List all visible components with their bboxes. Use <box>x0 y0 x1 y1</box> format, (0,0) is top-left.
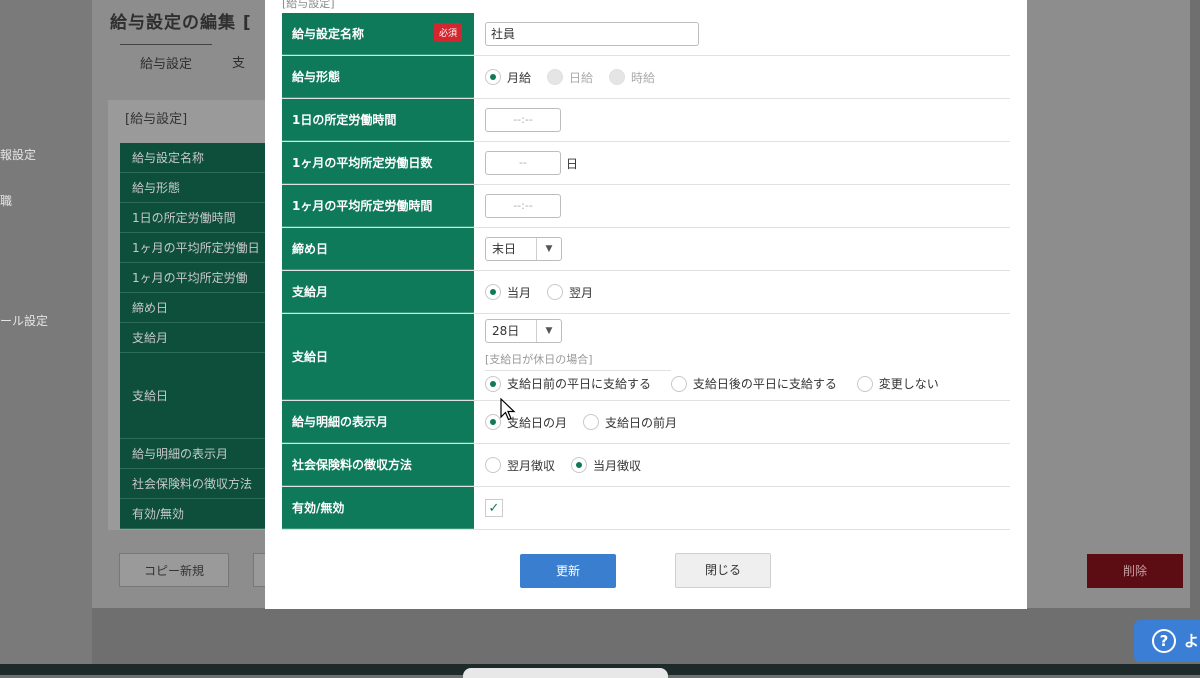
field-label: 給与明細の表示月 <box>282 401 474 443</box>
field-label: 給与設定名称 必須 <box>282 13 474 55</box>
field-label: 社会保険料の徴収方法 <box>282 444 474 486</box>
radio-previous-month[interactable]: 支給日の前月 <box>583 414 677 431</box>
radio-circle <box>670 375 687 392</box>
holiday-legend: [支給日が休日の場合] <box>485 351 671 371</box>
closing-day-select[interactable]: 末日 ▼ <box>485 237 562 261</box>
table-row: 1ヶ月の平均所定労働日 <box>120 233 265 263</box>
radio-circle <box>856 375 873 392</box>
table-row: 給与明細の表示月 <box>120 439 265 469</box>
table-row: 給与設定名称 <box>120 143 265 173</box>
radio-pay-after-holiday[interactable]: 支給日後の平日に支給する <box>670 375 837 392</box>
question-icon: ? <box>1152 629 1176 653</box>
radio-current-month-collection[interactable]: 当月徴収 <box>571 457 641 474</box>
monthly-hours-input[interactable]: --:-- <box>485 194 561 218</box>
chevron-down-icon: ▼ <box>536 320 561 342</box>
monthly-days-input[interactable]: -- <box>485 151 561 175</box>
table-row: 支給月 <box>120 323 265 353</box>
row-monthly-days: 1ヶ月の平均所定労働日数 -- 日 <box>282 142 1010 185</box>
taskbar-search[interactable] <box>463 668 668 678</box>
radio-circle <box>547 69 564 85</box>
radio-current-month[interactable]: 当月 <box>485 284 531 301</box>
background-sidebar <box>0 0 92 675</box>
radio-circle <box>547 284 564 300</box>
chevron-down-icon: ▼ <box>536 238 561 260</box>
radio-pay-before-holiday[interactable]: 支給日前の平日に支給する <box>485 375 651 392</box>
delete-button[interactable]: 削除 <box>1087 554 1183 588</box>
radio-pay-day-month[interactable]: 支給日の月 <box>485 414 567 431</box>
field-label: 給与形態 <box>282 56 474 98</box>
table-row: 1ヶ月の平均所定労働 <box>120 263 265 293</box>
field-label: 1日の所定労働時間 <box>282 99 474 141</box>
radio-next-month-collection[interactable]: 翌月徴収 <box>485 457 555 474</box>
radio-hourly[interactable]: 時給 <box>609 69 655 86</box>
field-label: 締め日 <box>282 228 474 270</box>
field-label: 支給月 <box>282 271 474 313</box>
close-button[interactable]: 閉じる <box>675 553 771 588</box>
row-pay-type: 給与形態 月給 日給 時給 <box>282 56 1010 99</box>
row-salary-name: 給与設定名称 必須 社員 <box>282 13 1010 56</box>
table-row: 有効/無効 <box>120 499 265 529</box>
unit-label: 日 <box>566 156 579 171</box>
row-daily-hours: 1日の所定労働時間 --:-- <box>282 99 1010 142</box>
sidebar-item[interactable]: 職 <box>0 192 12 209</box>
table-row: 社会保険料の徴収方法 <box>120 469 265 499</box>
background-section-title: [給与設定] <box>125 112 188 127</box>
page-title: 給与設定の編集 [ <box>110 13 252 33</box>
update-button[interactable]: 更新 <box>520 554 616 588</box>
modal-section-title: [給与設定] <box>282 0 335 10</box>
table-row: 給与形態 <box>120 173 265 203</box>
radio-circle <box>583 414 600 430</box>
radio-no-change[interactable]: 変更しない <box>856 375 939 392</box>
field-label: 1ヶ月の平均所定労働時間 <box>282 185 474 227</box>
row-slip-month: 給与明細の表示月 支給日の月 支給日の前月 <box>282 401 1010 444</box>
edit-modal: [給与設定] 給与設定名称 必須 社員 給与形態 月給 日給 時給 1日の所定労… <box>265 0 1027 609</box>
tab-salary-settings[interactable]: 給与設定 <box>120 44 213 82</box>
active-checkbox[interactable]: ✓ <box>485 499 503 517</box>
required-badge: 必須 <box>433 23 462 42</box>
sidebar-item[interactable]: 報設定 <box>0 146 36 163</box>
row-pay-month: 支給月 当月 翌月 <box>282 271 1010 314</box>
tab-payment[interactable]: 支 <box>212 44 265 82</box>
copy-new-button[interactable]: コピー新規 <box>119 553 229 587</box>
table-row: 支給日 <box>120 353 265 439</box>
table-row: 締め日 <box>120 293 265 323</box>
salary-name-input[interactable]: 社員 <box>485 22 699 46</box>
radio-circle-selected <box>571 457 588 473</box>
check-icon: ✓ <box>488 500 500 516</box>
radio-circle <box>485 457 501 473</box>
background-settings-table: 給与設定名称 給与形態 1日の所定労働時間 1ヶ月の平均所定労働日 1ヶ月の平均… <box>120 143 265 529</box>
row-monthly-hours: 1ヶ月の平均所定労働時間 --:-- <box>282 185 1010 228</box>
pay-day-select[interactable]: 28日 ▼ <box>485 319 562 343</box>
daily-hours-input[interactable]: --:-- <box>485 108 561 132</box>
sidebar-item[interactable]: ール設定 <box>0 312 48 329</box>
radio-monthly[interactable]: 月給 <box>485 69 531 86</box>
mouse-cursor-icon <box>500 398 516 421</box>
table-row: 1日の所定労働時間 <box>120 203 265 233</box>
radio-circle-selected <box>485 69 501 85</box>
radio-next-month[interactable]: 翌月 <box>547 284 593 301</box>
row-closing-day: 締め日 末日 ▼ <box>282 228 1010 271</box>
row-social-insurance: 社会保険料の徴収方法 翌月徴収 当月徴収 <box>282 444 1010 487</box>
radio-daily[interactable]: 日給 <box>547 69 593 86</box>
radio-circle-selected <box>485 375 501 392</box>
radio-circle <box>609 69 626 85</box>
field-label: 1ヶ月の平均所定労働日数 <box>282 142 474 184</box>
help-button[interactable]: ? よ <box>1134 620 1200 662</box>
background-tabs: 給与設定 支 <box>120 44 265 82</box>
row-active: 有効/無効 ✓ <box>282 487 1010 530</box>
radio-circle-selected <box>485 284 501 300</box>
field-label: 有効/無効 <box>282 487 474 529</box>
help-label: よ <box>1184 632 1200 650</box>
radio-circle-selected <box>485 414 501 430</box>
row-pay-day: 支給日 28日 ▼ [支給日が休日の場合] 支給日前の平日に支給する 支給日後の… <box>282 314 1010 401</box>
field-label: 支給日 <box>282 314 474 400</box>
